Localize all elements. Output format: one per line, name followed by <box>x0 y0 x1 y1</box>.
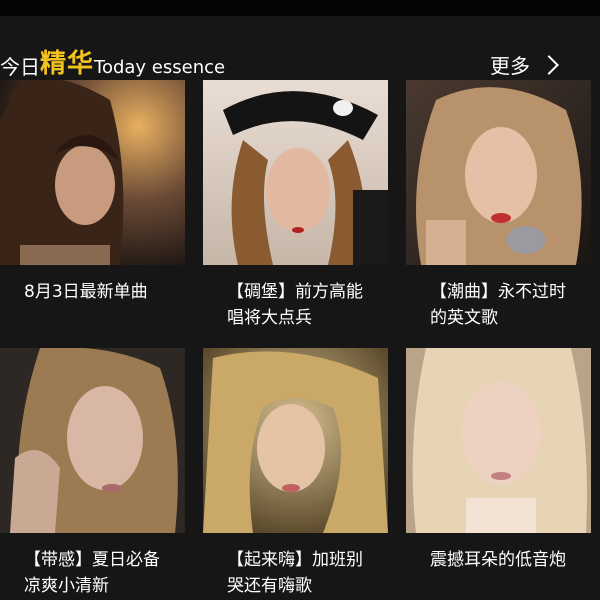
playlist-title: 【碉堡】前方高能唱将大点兵 <box>227 282 363 328</box>
status-bar <box>0 0 600 16</box>
title-accent: 精华 <box>40 49 95 79</box>
playlist-title: 8月3日最新单曲 <box>24 282 148 302</box>
playlist-card[interactable]: 【带感】夏日必备凉爽小清新 <box>0 348 185 599</box>
chevron-right-icon <box>539 54 559 75</box>
playlist-card[interactable]: 震撼耳朵的低音炮 <box>406 348 591 573</box>
playlist-card[interactable]: 【起来嗨】加班别哭还有嗨歌 <box>203 348 388 599</box>
playlist-card[interactable]: 【潮曲】永不过时的英文歌 <box>406 80 591 331</box>
playlist-cover-image[interactable] <box>0 80 185 265</box>
playlist-cover-image[interactable] <box>203 348 388 533</box>
playlist-grid: 8月3日最新单曲 【碉堡】前方高能唱将大点兵 【潮曲】永不过时的英文歌 【带感】… <box>0 80 600 600</box>
more-button[interactable]: 更多 <box>490 50 559 78</box>
playlist-title: 【带感】夏日必备凉爽小清新 <box>24 550 160 596</box>
title-prefix: 今日 <box>0 55 40 79</box>
playlist-cover-image[interactable] <box>203 80 388 265</box>
title-english: Today essence <box>94 57 226 78</box>
playlist-card[interactable]: 8月3日最新单曲 <box>0 80 185 305</box>
playlist-card[interactable]: 【碉堡】前方高能唱将大点兵 <box>203 80 388 331</box>
playlist-title: 【潮曲】永不过时的英文歌 <box>430 282 566 328</box>
playlist-cover-image[interactable] <box>0 348 185 533</box>
playlist-title: 【起来嗨】加班别哭还有嗨歌 <box>227 550 363 596</box>
more-label: 更多 <box>490 53 530 78</box>
playlist-cover-image[interactable] <box>406 80 591 265</box>
playlist-title: 震撼耳朵的低音炮 <box>430 550 566 570</box>
section-title: 今日 精华 Today essence <box>0 46 225 80</box>
section-header: 今日 精华 Today essence 更多 <box>0 16 600 80</box>
playlist-cover-image[interactable] <box>406 348 591 533</box>
